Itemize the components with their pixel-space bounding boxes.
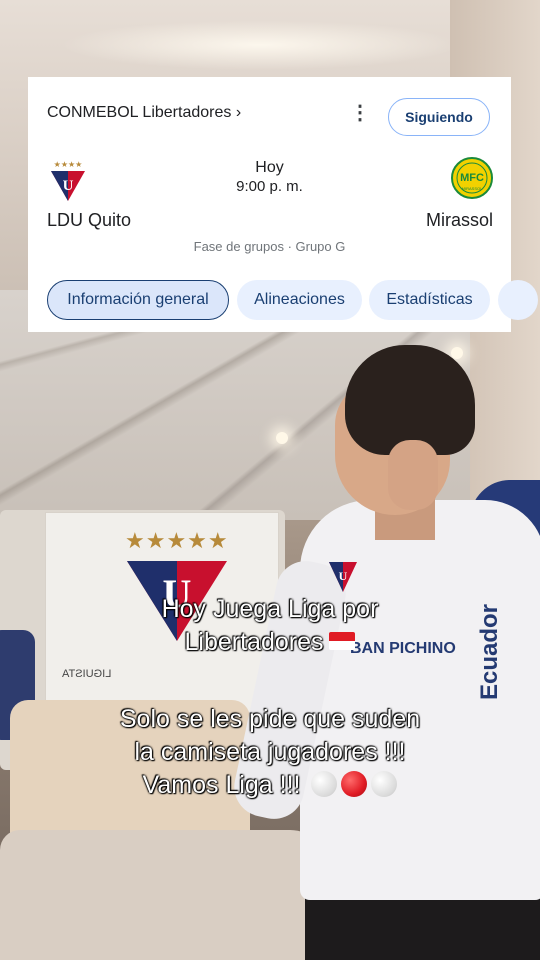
person-hand (388, 440, 438, 510)
caption-block-1: Hoy Juega Liga por Libertadores (0, 593, 540, 659)
home-team-name[interactable]: LDU Quito (47, 210, 131, 231)
white-circle-icon (371, 771, 398, 797)
caption-line: la camiseta jugadores !!! (134, 738, 406, 766)
logo-subtext: MIRASSOL (462, 186, 483, 191)
caption-text: Vamos Liga !!! (142, 771, 301, 799)
banner-text: LIGUISTA (62, 668, 112, 680)
spotlight (276, 432, 288, 444)
white-circle-icon (311, 771, 338, 797)
caption-block-2: Solo se les pide que suden la camiseta j… (0, 703, 540, 802)
svg-text:U: U (339, 569, 348, 583)
flag-icon (329, 632, 356, 650)
mirassol-logo-icon[interactable]: MFC MIRASSOL (451, 157, 493, 199)
person-hair (345, 345, 475, 455)
caption-line-with-balls: Vamos Liga !!! (0, 769, 540, 802)
caption-line: Solo se les pide que suden (119, 705, 421, 733)
caption-line-with-flag: Libertadores (0, 626, 540, 659)
red-circle-icon (341, 771, 368, 797)
following-button[interactable]: Siguiendo (388, 98, 490, 136)
logo-initials: MFC (460, 172, 484, 184)
spotlight (451, 347, 463, 359)
tab-next-partial[interactable] (498, 280, 538, 320)
tab-general-info[interactable]: Información general (47, 280, 229, 320)
match-card[interactable]: CONMEBOL Libertadores › ⋮ Siguiendo ★★★★… (28, 77, 538, 332)
caption-text: Libertadores (184, 628, 324, 656)
match-time: 9:00 p. m. (236, 178, 303, 195)
match-day: Hoy (255, 159, 284, 176)
caption-line: Hoy Juega Liga por (161, 595, 379, 623)
away-team-name[interactable]: Mirassol (426, 210, 493, 231)
league-link[interactable]: CONMEBOL Libertadores › (47, 104, 241, 122)
ceiling-light (60, 20, 460, 70)
tab-statistics[interactable]: Estadísticas (369, 280, 490, 320)
match-stage: Fase de grupos · Grupo G (193, 239, 346, 254)
tab-lineups[interactable]: Alineaciones (237, 280, 362, 320)
jersey-crest-icon: U (329, 562, 357, 592)
more-options-icon[interactable]: ⋮ (350, 103, 370, 125)
banner-stars: ★★★★★ (125, 528, 229, 553)
blanket (0, 830, 330, 960)
